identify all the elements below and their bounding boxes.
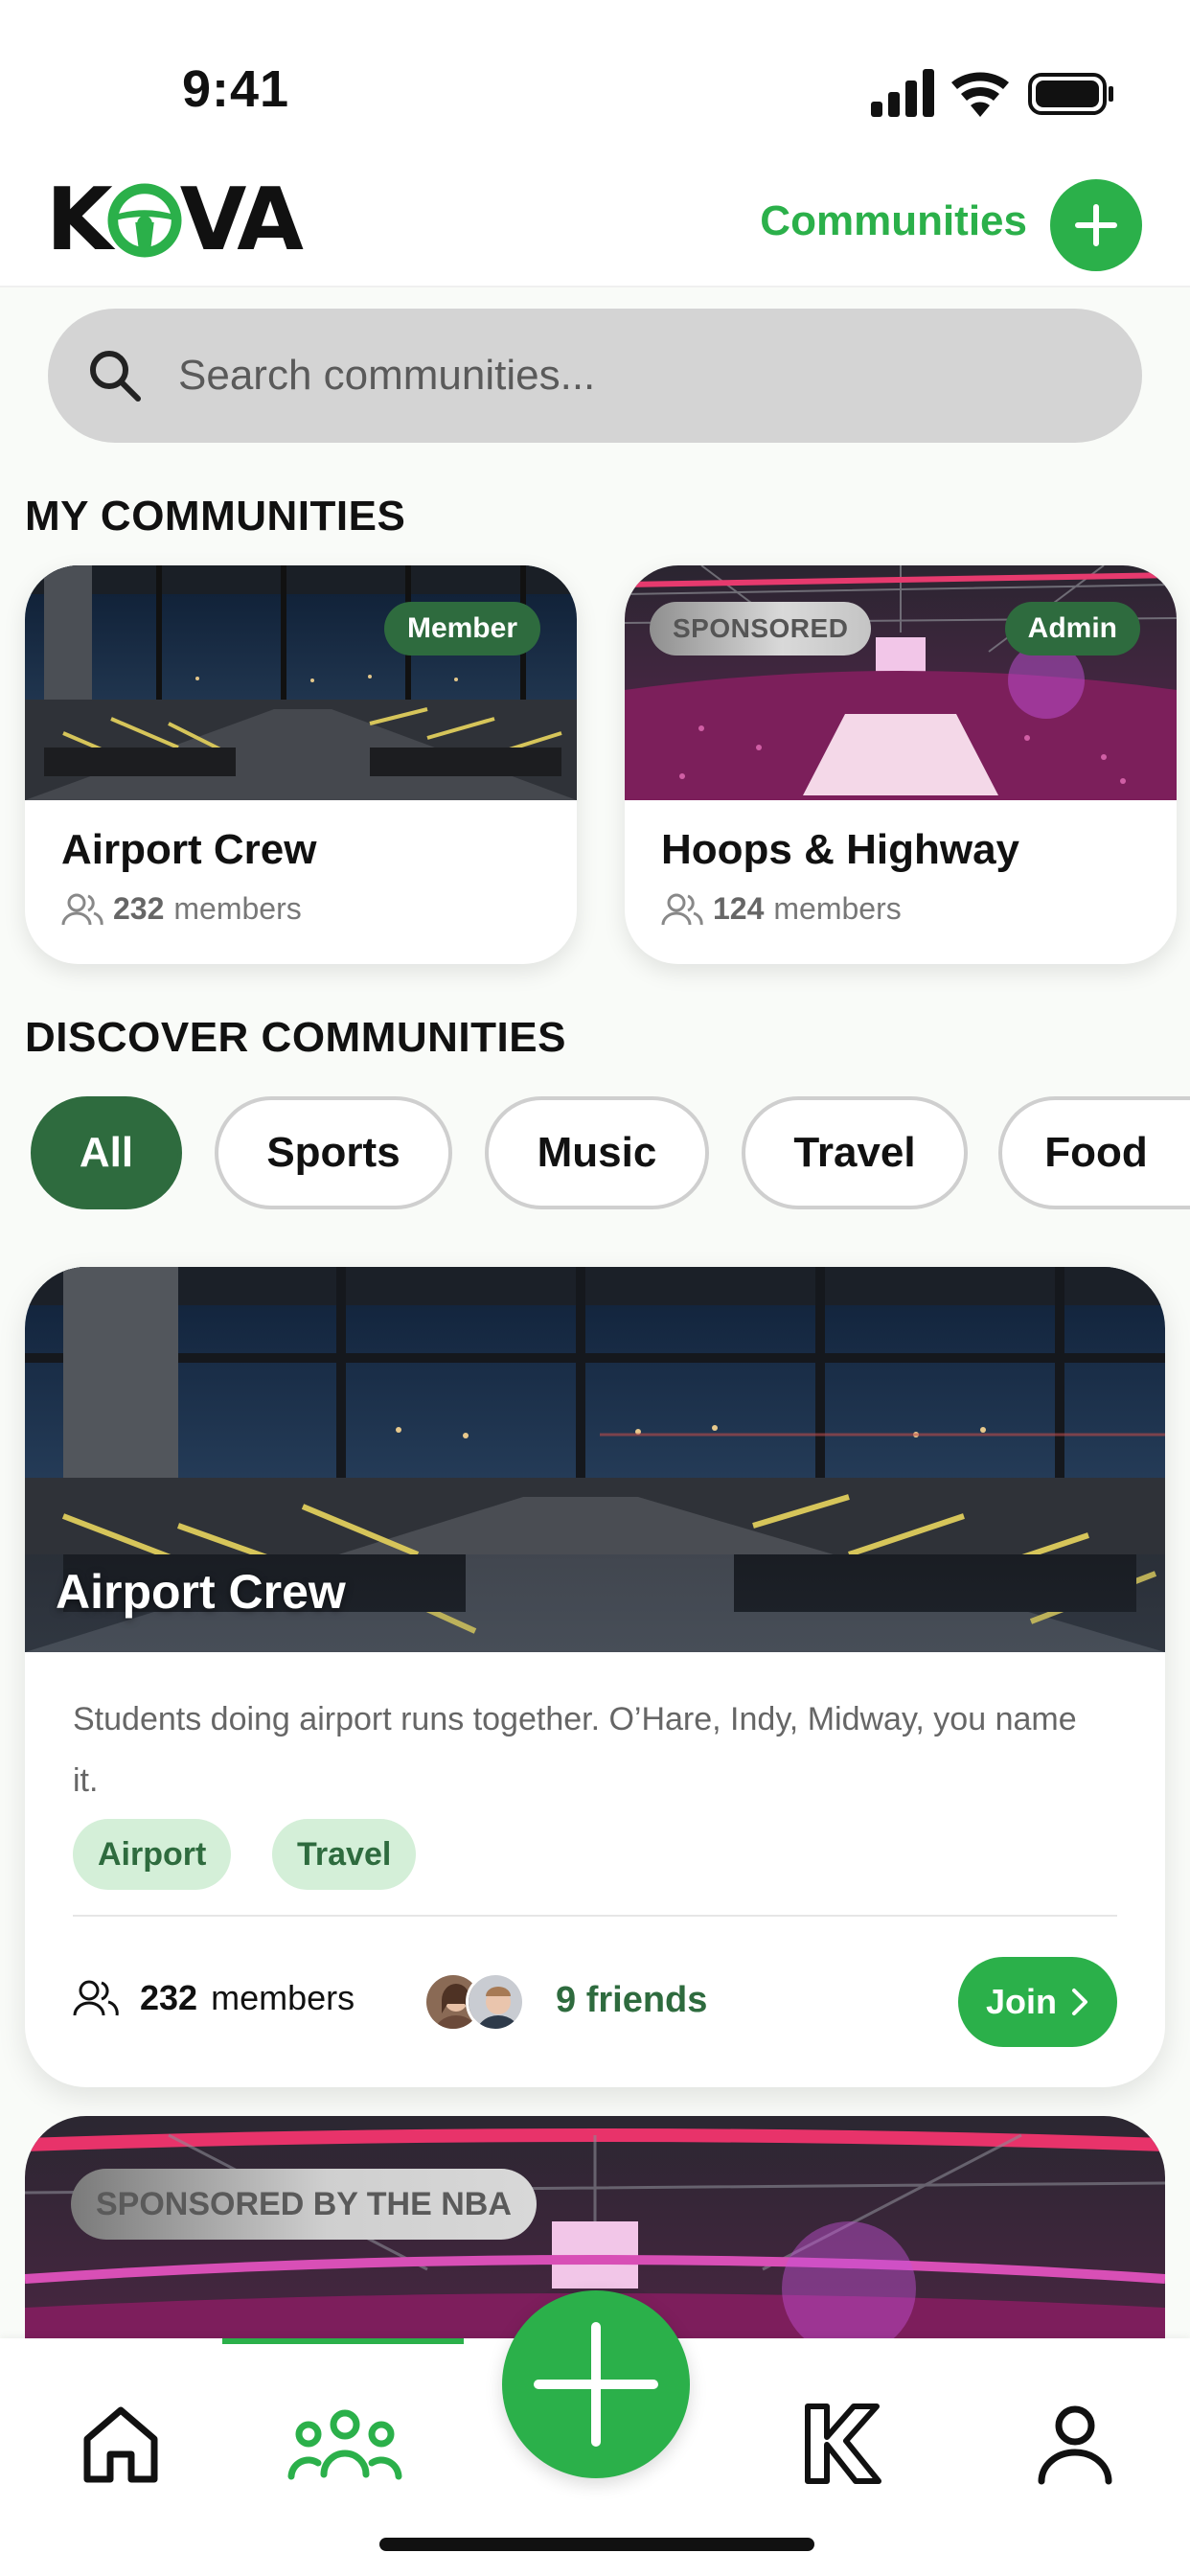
sponsored-badge: SPONSORED BY THE NBA <box>71 2169 537 2240</box>
tag-airport[interactable]: Airport <box>73 1819 232 1890</box>
create-community-button[interactable] <box>1050 179 1142 271</box>
search-input[interactable] <box>178 352 1088 400</box>
filter-chip-food[interactable]: Food <box>998 1096 1190 1209</box>
communities-icon <box>287 2409 402 2480</box>
steering-wheel-icon <box>107 183 182 258</box>
home-icon <box>83 2406 158 2483</box>
community-description: Students doing airport runs together. O’… <box>73 1701 1077 1799</box>
add-icon <box>534 2322 658 2447</box>
member-badge: Member <box>383 602 540 656</box>
add-fab-button[interactable] <box>502 2290 690 2478</box>
members-count: 232 <box>113 891 165 926</box>
active-tab-indicator <box>222 2338 464 2344</box>
friends-count[interactable]: 9 friends <box>556 1980 707 2021</box>
community-name: Airport Crew <box>56 1565 346 1619</box>
discover-community-card[interactable]: Airport Crew Students doing airport runs… <box>25 1267 1165 2087</box>
members-label: members <box>211 1978 355 2017</box>
status-bar: 9:41 <box>0 0 1190 153</box>
filter-chip-travel[interactable]: Travel <box>742 1096 968 1209</box>
plus-icon <box>1075 204 1117 246</box>
filter-chip-all[interactable]: All <box>31 1096 182 1209</box>
chevron-right-icon <box>1072 1989 1087 2015</box>
members-label: members <box>773 891 902 926</box>
tab-profile[interactable] <box>1018 2386 1133 2501</box>
search-bar[interactable] <box>48 309 1142 443</box>
search-icon <box>90 351 141 402</box>
tab-communities[interactable] <box>287 2386 402 2501</box>
members-count: 232 <box>140 1978 198 2017</box>
community-image <box>25 565 577 800</box>
my-communities-heading: MY COMMUNITIES <box>25 493 406 540</box>
kova-logo: K VA <box>46 170 304 270</box>
discover-communities-heading: DISCOVER COMMUNITIES <box>25 1014 566 1061</box>
card-divider <box>73 1915 1117 1917</box>
members-icon <box>73 1980 119 2016</box>
logo-text-right: VA <box>179 170 304 270</box>
filter-chip-sports[interactable]: Sports <box>215 1096 452 1209</box>
community-members: 124 members <box>661 891 902 927</box>
community-name: Hoops & Highway <box>661 826 1020 873</box>
members-icon <box>661 893 703 925</box>
logo-text-left: K <box>46 170 113 270</box>
app-header: K VA Communities <box>0 153 1190 288</box>
tag-travel[interactable]: Travel <box>272 1819 417 1890</box>
community-members: 232 members <box>61 891 302 927</box>
battery-icon <box>1028 73 1113 115</box>
community-members: 232 members <box>73 1978 355 2018</box>
page-title: Communities <box>760 197 1027 244</box>
tab-kova[interactable] <box>784 2386 899 2501</box>
card-footer: 232 members 9 friends Join <box>73 1957 1117 2053</box>
join-button[interactable]: Join <box>958 1957 1117 2047</box>
my-community-card[interactable]: Member Airport Crew 232 members <box>25 565 577 964</box>
profile-icon <box>1038 2405 1112 2485</box>
community-image <box>625 565 1177 800</box>
my-community-card[interactable]: SPONSORED Admin Hoops & Highway 124 memb… <box>625 565 1177 964</box>
kova-k-icon <box>805 2404 881 2484</box>
tab-home[interactable] <box>63 2386 178 2501</box>
status-icons <box>871 69 1113 117</box>
avatar <box>466 1972 525 2032</box>
members-label: members <box>173 891 302 926</box>
cellular-signal-icon <box>871 69 934 117</box>
wifi-icon <box>951 72 1009 117</box>
status-time: 9:41 <box>182 60 290 118</box>
members-count: 124 <box>713 891 765 926</box>
community-name: Airport Crew <box>61 826 317 873</box>
admin-badge: Admin <box>1004 602 1140 656</box>
filter-chip-music[interactable]: Music <box>485 1096 709 1209</box>
sponsored-badge: SPONSORED <box>650 602 872 656</box>
home-indicator <box>379 2538 814 2551</box>
members-icon <box>61 893 103 925</box>
join-label: Join <box>985 1982 1057 2021</box>
friends-avatars <box>423 1972 529 2034</box>
